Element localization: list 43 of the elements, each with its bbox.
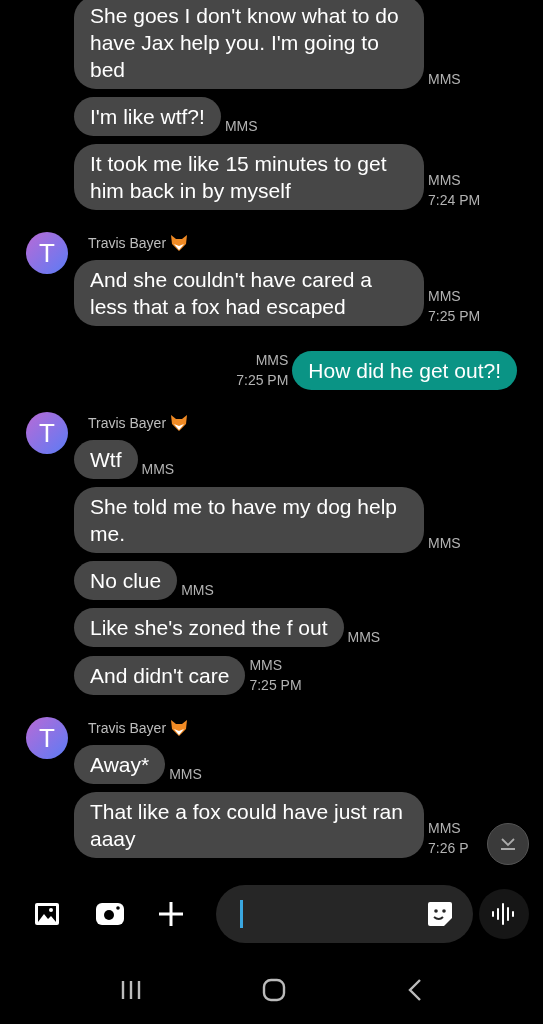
message-bubble[interactable]: And she couldn't have cared a less that a fox had escaped xyxy=(74,260,424,326)
contact-avatar[interactable]: T xyxy=(26,412,68,454)
sender-name: Travis Bayer xyxy=(88,235,167,251)
message-meta: MMS 7:26 P xyxy=(428,819,469,858)
message-bubble[interactable]: No clue xyxy=(74,561,178,600)
message-meta: MMS xyxy=(428,534,461,553)
message-meta: MMS xyxy=(224,117,258,136)
message-meta: MMS 7:25 PM xyxy=(236,351,289,390)
message-bubble[interactable]: How did he get out?! xyxy=(292,351,517,390)
message-bubble[interactable]: It took me like 15 minutes to get him back in by myself xyxy=(74,144,424,210)
message-bubble[interactable]: Away* xyxy=(74,745,166,784)
fox-icon xyxy=(170,414,189,432)
message-meta: MMS 7:25 PM xyxy=(249,656,302,695)
message-bubble[interactable]: She goes I don't know what to do have Jax help you. I'm going to bed xyxy=(74,0,424,89)
message-meta: MMS xyxy=(428,70,461,89)
message-meta: MMS xyxy=(347,628,381,647)
recents-icon xyxy=(120,979,143,1001)
back-icon xyxy=(406,978,423,1002)
message-bubble[interactable]: That like a fox could have just ran aaay xyxy=(74,792,424,858)
message-bubble[interactable]: And didn't care xyxy=(74,656,246,695)
scroll-down-button[interactable] xyxy=(487,823,529,865)
contact-avatar[interactable]: T xyxy=(26,717,68,759)
contact-avatar[interactable]: T xyxy=(26,232,68,274)
voice-button[interactable] xyxy=(479,889,529,939)
sender-name: Travis Bayer xyxy=(88,415,167,431)
message-meta: MMS 7:25 PM xyxy=(428,287,481,326)
message-meta: MMS 7:24 PM xyxy=(428,171,481,210)
message-bubble[interactable]: Like she's zoned the f out xyxy=(74,608,344,647)
message-meta: MMS xyxy=(181,581,214,600)
sticker-icon[interactable] xyxy=(427,901,453,927)
image-icon xyxy=(34,902,60,926)
camera-icon xyxy=(96,903,124,925)
fox-icon xyxy=(170,234,189,252)
message-bubble[interactable]: Wtf xyxy=(74,440,138,479)
message-meta: MMS xyxy=(169,765,202,784)
sender-name: Travis Bayer xyxy=(88,720,167,736)
fox-icon xyxy=(170,719,189,737)
message-bubble[interactable]: She told me to have my dog help me. xyxy=(74,487,424,553)
message-bubble[interactable]: I'm like wtf?! xyxy=(74,97,221,136)
plus-icon xyxy=(158,901,184,927)
message-meta: MMS xyxy=(141,460,175,479)
waveform-icon xyxy=(491,903,517,925)
home-icon xyxy=(262,978,287,1002)
